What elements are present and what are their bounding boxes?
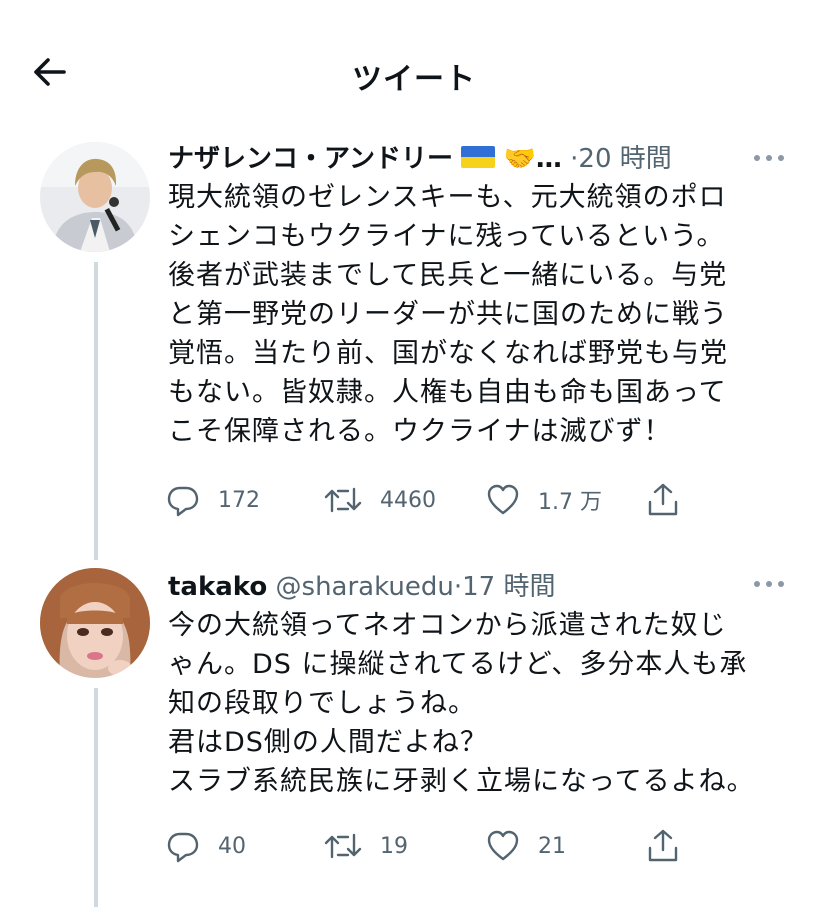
share-button[interactable]: [646, 826, 680, 866]
handle[interactable]: @sharakuedu: [276, 572, 454, 602]
retweet-button[interactable]: 4460: [324, 480, 436, 520]
share-button[interactable]: [646, 480, 680, 520]
reply-count: 40: [218, 833, 246, 859]
tweet-text: 現大統領のゼレンスキーも、元大統領のポロ シェンコもウクライナに残っているという…: [168, 182, 728, 447]
share-icon: [648, 483, 678, 516]
reply-count: 172: [218, 487, 260, 513]
reply-icon: [167, 832, 199, 863]
timestamp[interactable]: 20 時間: [578, 144, 671, 174]
reply-button[interactable]: 172: [166, 480, 260, 520]
avatar[interactable]: [40, 568, 150, 678]
like-count: 1.7 万: [538, 490, 602, 515]
display-name[interactable]: takako: [168, 572, 267, 602]
display-name[interactable]: ナザレンコ・アンドリー: [168, 144, 453, 174]
like-button[interactable]: 21: [486, 826, 566, 866]
tweet-text: 今の大統領ってネオコンから派遣された奴じ ゃん。DS に操縦されてるけど、多分本…: [168, 610, 755, 797]
reply-button[interactable]: 40: [166, 826, 246, 866]
like-button[interactable]: 1.7 万: [486, 480, 602, 520]
more-icon[interactable]: [754, 578, 784, 590]
tweet-actions: 172 4460 1.7 万: [166, 480, 686, 520]
tweet-actions: 40 19 21: [166, 826, 686, 866]
ukraine-flag-icon: [461, 146, 496, 168]
share-icon: [648, 829, 678, 862]
top-bar: ツイート: [0, 0, 828, 140]
retweet-icon: [324, 487, 362, 513]
thread-line: [94, 688, 98, 907]
more-icon[interactable]: [754, 152, 784, 164]
tweet-header: ナザレンコ・アンドリー 🤝… ·20 時間: [168, 138, 672, 175]
name-ellipsis: …: [535, 144, 562, 174]
separator: ·: [453, 572, 463, 602]
retweet-button[interactable]: 19: [324, 826, 408, 866]
retweet-count: 4460: [380, 487, 436, 513]
retweet-count: 19: [380, 833, 408, 859]
like-icon: [487, 484, 519, 515]
timestamp[interactable]: 17 時間: [462, 572, 555, 602]
tweet-header: takako @sharakuedu·17 時間: [168, 566, 555, 603]
reply-icon: [167, 486, 199, 517]
like-icon: [487, 830, 519, 861]
page-title: ツイート: [352, 62, 476, 97]
like-count: 21: [538, 833, 566, 859]
avatar[interactable]: [40, 142, 150, 252]
handshake-emoji: 🤝: [503, 144, 536, 174]
retweet-icon: [324, 833, 362, 859]
thread-line: [94, 262, 98, 560]
